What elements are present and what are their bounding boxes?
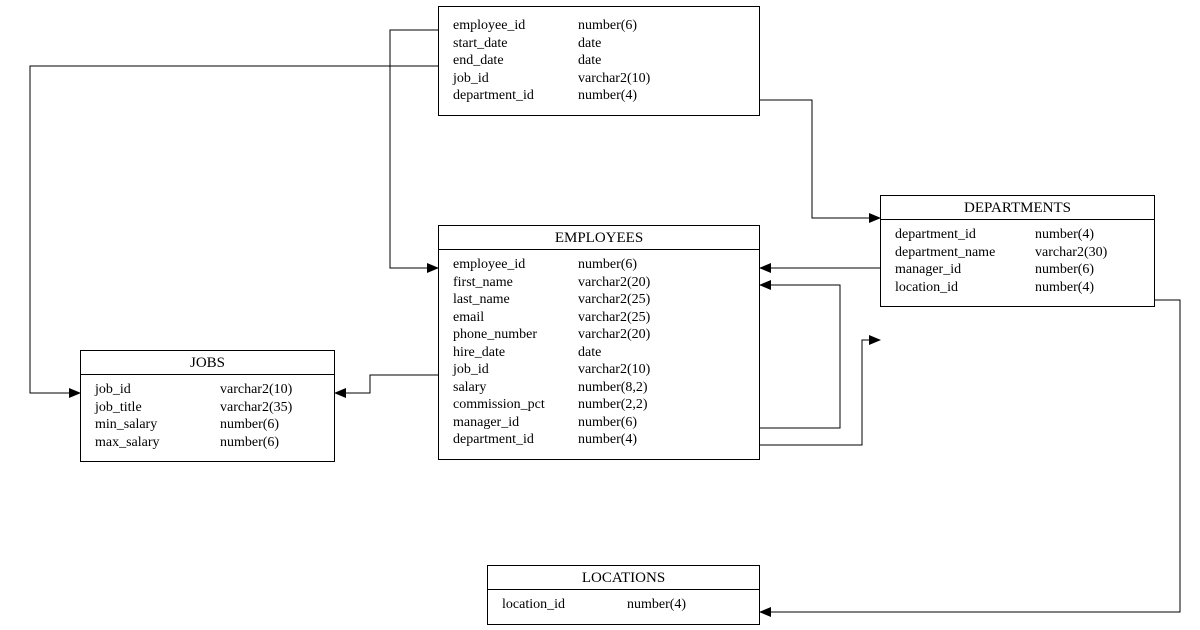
column-name: salary: [453, 379, 578, 397]
rel-employees-jobs: [335, 375, 438, 393]
column-name: manager_id: [453, 414, 578, 432]
column-type: number(8,2): [578, 379, 749, 397]
entity-locations: LOCATIONS location_idnumber(4): [487, 565, 760, 625]
column-row: location_idnumber(4): [895, 279, 1144, 297]
column-row: department_idnumber(4): [895, 226, 1144, 244]
column-row: job_idvarchar2(10): [95, 381, 324, 399]
column-row: hire_datedate: [453, 344, 749, 362]
column-row: first_namevarchar2(20): [453, 274, 749, 292]
column-row: last_namevarchar2(25): [453, 291, 749, 309]
column-row: phone_numbervarchar2(20): [453, 326, 749, 344]
column-type: varchar2(10): [578, 70, 749, 88]
column-type: varchar2(25): [578, 309, 749, 327]
column-type: number(4): [578, 431, 749, 449]
entity-job-history: employee_idnumber(6) start_datedate end_…: [438, 6, 760, 116]
column-type: date: [578, 344, 749, 362]
column-type: varchar2(20): [578, 274, 749, 292]
column-type: date: [578, 52, 749, 70]
column-row: job_titlevarchar2(35): [95, 399, 324, 417]
column-name: max_salary: [95, 434, 220, 452]
column-type: number(4): [1035, 226, 1144, 244]
column-name: end_date: [453, 52, 578, 70]
column-row: employee_idnumber(6): [453, 256, 749, 274]
column-row: job_idvarchar2(10): [453, 70, 749, 88]
rel-departments-locations: [760, 300, 1180, 612]
column-name: min_salary: [95, 416, 220, 434]
column-row: salarynumber(8,2): [453, 379, 749, 397]
column-type: varchar2(10): [220, 381, 324, 399]
column-type: varchar2(25): [578, 291, 749, 309]
column-type: number(4): [1035, 279, 1144, 297]
rel-jobhistory-jobs: [30, 66, 438, 393]
entity-job-history-columns: employee_idnumber(6) start_datedate end_…: [439, 7, 759, 115]
column-type: number(6): [578, 17, 749, 35]
column-name: job_id: [453, 70, 578, 88]
column-type: number(4): [578, 87, 749, 105]
entity-departments: DEPARTMENTS department_idnumber(4) depar…: [880, 195, 1155, 307]
column-name: manager_id: [895, 261, 1035, 279]
column-row: location_idnumber(4): [502, 596, 749, 614]
column-type: varchar2(10): [578, 361, 749, 379]
entity-locations-title: LOCATIONS: [488, 566, 759, 590]
column-row: department_idnumber(4): [453, 87, 749, 105]
column-type: number(6): [578, 256, 749, 274]
entity-employees: EMPLOYEES employee_idnumber(6) first_nam…: [438, 225, 760, 460]
column-row: emailvarchar2(25): [453, 309, 749, 327]
entity-employees-columns: employee_idnumber(6) first_namevarchar2(…: [439, 250, 759, 459]
column-name: last_name: [453, 291, 578, 309]
column-type: number(6): [220, 416, 324, 434]
column-name: email: [453, 309, 578, 327]
column-type: date: [578, 35, 749, 53]
column-name: location_id: [895, 279, 1035, 297]
column-row: start_datedate: [453, 35, 749, 53]
entity-jobs-title: JOBS: [81, 351, 334, 375]
column-row: manager_idnumber(6): [895, 261, 1144, 279]
column-name: start_date: [453, 35, 578, 53]
column-name: phone_number: [453, 326, 578, 344]
column-type: number(6): [220, 434, 324, 452]
column-name: employee_id: [453, 17, 578, 35]
entity-departments-columns: department_idnumber(4) department_nameva…: [881, 220, 1154, 306]
column-name: job_title: [95, 399, 220, 417]
column-row: manager_idnumber(6): [453, 414, 749, 432]
rel-jobhistory-employees: [390, 30, 438, 268]
column-name: department_name: [895, 244, 1035, 262]
column-row: end_datedate: [453, 52, 749, 70]
entity-jobs: JOBS job_idvarchar2(10) job_titlevarchar…: [80, 350, 335, 462]
column-name: commission_pct: [453, 396, 578, 414]
column-type: number(2,2): [578, 396, 749, 414]
column-row: commission_pctnumber(2,2): [453, 396, 749, 414]
entity-jobs-columns: job_idvarchar2(10) job_titlevarchar2(35)…: [81, 375, 334, 461]
column-row: job_idvarchar2(10): [453, 361, 749, 379]
column-type: number(6): [1035, 261, 1144, 279]
column-type: number(6): [578, 414, 749, 432]
column-name: job_id: [95, 381, 220, 399]
column-name: location_id: [502, 596, 627, 614]
column-row: employee_idnumber(6): [453, 17, 749, 35]
column-name: department_id: [453, 431, 578, 449]
column-name: job_id: [453, 361, 578, 379]
entity-locations-columns: location_idnumber(4): [488, 590, 759, 624]
entity-employees-title: EMPLOYEES: [439, 226, 759, 250]
column-row: department_idnumber(4): [453, 431, 749, 449]
column-type: varchar2(30): [1035, 244, 1144, 262]
column-name: department_id: [453, 87, 578, 105]
column-row: max_salarynumber(6): [95, 434, 324, 452]
rel-employees-self-manager: [760, 285, 840, 428]
column-type: number(4): [627, 596, 749, 614]
column-row: min_salarynumber(6): [95, 416, 324, 434]
rel-employees-departments: [760, 340, 880, 445]
column-row: department_namevarchar2(30): [895, 244, 1144, 262]
column-name: first_name: [453, 274, 578, 292]
column-name: employee_id: [453, 256, 578, 274]
column-type: varchar2(35): [220, 399, 324, 417]
column-name: department_id: [895, 226, 1035, 244]
column-name: hire_date: [453, 344, 578, 362]
entity-departments-title: DEPARTMENTS: [881, 196, 1154, 220]
column-type: varchar2(20): [578, 326, 749, 344]
rel-jobhistory-departments: [760, 100, 880, 218]
